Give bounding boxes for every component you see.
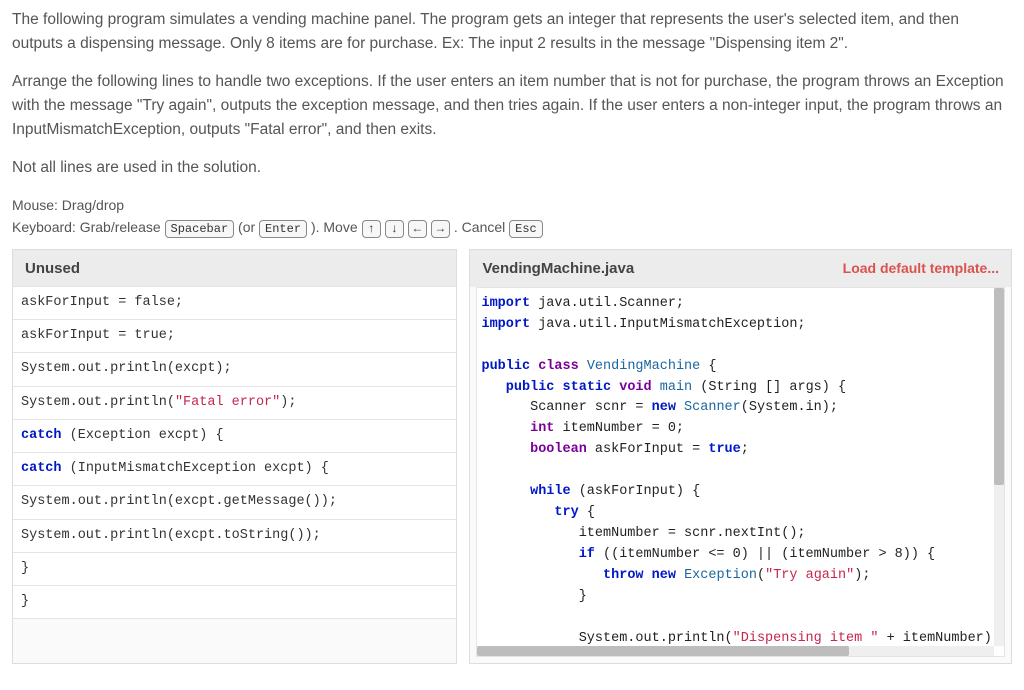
code-block[interactable]: System.out.println(excpt);	[13, 352, 456, 386]
unused-block-list: askForInput = false;askForInput = true;S…	[13, 286, 456, 620]
key-esc: Esc	[509, 220, 543, 238]
key-right: →	[431, 220, 450, 238]
kbd-prefix: Keyboard: Grab/release	[12, 219, 165, 235]
kbd-cancel: . Cancel	[454, 219, 509, 235]
scrollbar-thumb[interactable]	[477, 646, 849, 656]
unused-header: Unused	[13, 250, 456, 287]
code-block[interactable]: System.out.println("Fatal error");	[13, 386, 456, 420]
scrollbar-thumb[interactable]	[994, 288, 1004, 485]
instruction-paragraph-2: Arrange the following lines to handle tw…	[12, 70, 1012, 142]
controls-help: Mouse: Drag/drop Keyboard: Grab/release …	[12, 194, 1012, 239]
code-block[interactable]: catch (Exception excpt) {	[13, 419, 456, 453]
load-default-template-link[interactable]: Load default template...	[843, 260, 999, 276]
horizontal-scrollbar[interactable]	[477, 646, 994, 656]
kbd-or: (or	[238, 219, 259, 235]
editor-pane: VendingMachine.java Load default templat…	[469, 249, 1012, 664]
code-block[interactable]: catch (InputMismatchException excpt) {	[13, 452, 456, 486]
code-block[interactable]: System.out.println(excpt.toString());	[13, 519, 456, 553]
code-block[interactable]: }	[13, 552, 456, 586]
code-text: import java.util.Scanner; import java.ut…	[477, 288, 1004, 657]
instruction-paragraph-1: The following program simulates a vendin…	[12, 8, 1012, 56]
unused-pane: Unused askForInput = false;askForInput =…	[12, 249, 457, 664]
key-left: ←	[408, 220, 427, 238]
kbd-move: ). Move	[311, 219, 362, 235]
instruction-paragraph-3: Not all lines are used in the solution.	[12, 156, 1012, 180]
key-down: ↓	[385, 220, 404, 238]
editor-filename: VendingMachine.java	[482, 260, 634, 277]
key-enter: Enter	[259, 220, 307, 238]
code-area[interactable]: import java.util.Scanner; import java.ut…	[476, 287, 1005, 657]
code-block[interactable]: }	[13, 585, 456, 619]
vertical-scrollbar[interactable]	[994, 288, 1004, 646]
code-block[interactable]: askForInput = true;	[13, 319, 456, 353]
key-spacebar: Spacebar	[165, 220, 235, 238]
unused-title: Unused	[25, 260, 80, 277]
mouse-help: Mouse: Drag/drop	[12, 194, 1012, 216]
editor-header: VendingMachine.java Load default templat…	[470, 250, 1011, 287]
code-block[interactable]: askForInput = false;	[13, 286, 456, 320]
key-up: ↑	[362, 220, 381, 238]
code-block[interactable]: System.out.println(excpt.getMessage());	[13, 485, 456, 519]
keyboard-help: Keyboard: Grab/release Spacebar (or Ente…	[12, 216, 1012, 238]
